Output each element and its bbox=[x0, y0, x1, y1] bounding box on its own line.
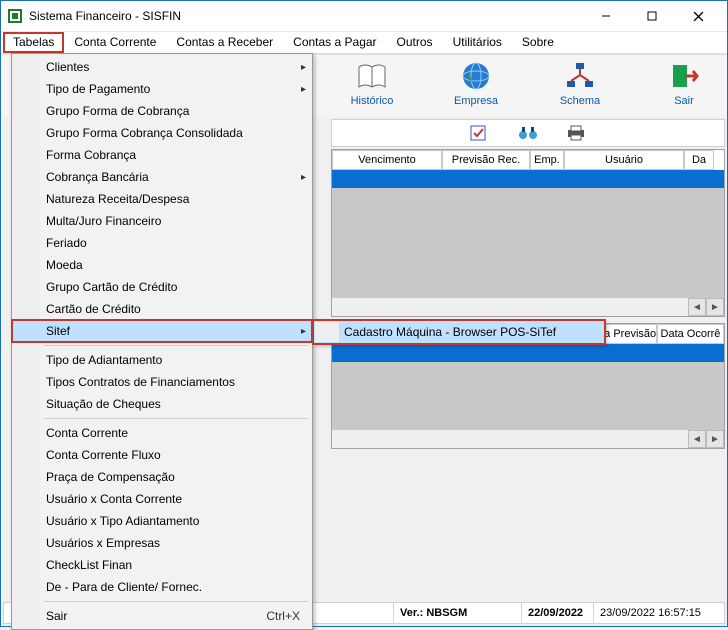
globe-icon bbox=[459, 59, 493, 93]
print-icon[interactable] bbox=[566, 125, 586, 141]
submenu-label: Cadastro Máquina - Browser POS-SiTef bbox=[344, 325, 556, 339]
menu-utilitários[interactable]: Utilitários bbox=[443, 32, 512, 53]
exit-icon bbox=[667, 59, 701, 93]
grid-top-selected-row[interactable] bbox=[332, 170, 724, 188]
checkbox-icon[interactable] bbox=[470, 125, 490, 141]
menuitem-clientes[interactable]: Clientes▸ bbox=[12, 56, 312, 78]
menu-separator bbox=[44, 418, 308, 419]
submenu-arrow-icon: ▸ bbox=[301, 172, 306, 183]
col-da[interactable]: Da bbox=[684, 150, 714, 170]
grid-bottom-body[interactable] bbox=[332, 362, 724, 430]
toolbar-sair[interactable]: Sair bbox=[649, 59, 719, 107]
col-data-ocorr-[interactable]: Data Ocorrê bbox=[657, 324, 724, 344]
menuitem-multa-juro-financeiro[interactable]: Multa/Juro Financeiro bbox=[12, 210, 312, 232]
grid-bottom-selected-row[interactable] bbox=[332, 344, 724, 362]
menuitem-usu-rio-x-conta-corrente[interactable]: Usuário x Conta Corrente bbox=[12, 488, 312, 510]
menubar: TabelasConta CorrenteContas a ReceberCon… bbox=[1, 31, 727, 53]
version-label: Ver.: bbox=[400, 607, 423, 619]
menuitem-grupo-cart-o-de-cr-dito[interactable]: Grupo Cartão de Crédito bbox=[12, 276, 312, 298]
menuitem-feriado[interactable]: Feriado bbox=[12, 232, 312, 254]
menuitem-de-para-de-cliente-fornec-[interactable]: De - Para de Cliente/ Fornec. bbox=[12, 576, 312, 598]
menu-conta-corrente[interactable]: Conta Corrente bbox=[64, 32, 166, 53]
menuitem-cobran-a-banc-ria[interactable]: Cobrança Bancária▸ bbox=[12, 166, 312, 188]
menuitem-tipos-contratos-de-financiamentos[interactable]: Tipos Contratos de Financiamentos bbox=[12, 371, 312, 393]
menuitem-grupo-forma-cobran-a-consolidada[interactable]: Grupo Forma Cobrança Consolidada bbox=[12, 122, 312, 144]
scroll-right-button[interactable]: ► bbox=[706, 298, 724, 316]
status-date-2: 23/09/2022 16:57:15 bbox=[594, 603, 724, 623]
menuitem-grupo-forma-de-cobran-a[interactable]: Grupo Forma de Cobrança bbox=[12, 100, 312, 122]
menuitem-tipo-de-adiantamento[interactable]: Tipo de Adiantamento bbox=[12, 349, 312, 371]
grid-top-scrollbar[interactable]: ◄ ► bbox=[332, 298, 724, 316]
scroll-left-button[interactable]: ◄ bbox=[688, 430, 706, 448]
menuitem-forma-cobran-a[interactable]: Forma Cobrança bbox=[12, 144, 312, 166]
tabelas-dropdown: Clientes▸Tipo de Pagamento▸Grupo Forma d… bbox=[11, 53, 313, 630]
binoculars-icon[interactable] bbox=[518, 125, 538, 141]
menu-tabelas[interactable]: Tabelas bbox=[3, 32, 64, 53]
grid-top-body[interactable] bbox=[332, 188, 724, 298]
scroll-left-button[interactable]: ◄ bbox=[688, 298, 706, 316]
menuitem-usu-rios-x-empresas[interactable]: Usuários x Empresas bbox=[12, 532, 312, 554]
maximize-button[interactable] bbox=[629, 1, 675, 31]
menu-separator bbox=[44, 601, 308, 602]
toolbar-empresa[interactable]: Empresa bbox=[441, 59, 511, 107]
app-icon bbox=[7, 8, 23, 24]
close-button[interactable] bbox=[675, 1, 721, 31]
shortcut-label: Ctrl+X bbox=[266, 609, 300, 623]
version-value: NBSGM bbox=[426, 607, 467, 619]
menu-contas-a-receber[interactable]: Contas a Receber bbox=[166, 32, 283, 53]
col-previs-o-rec-[interactable]: Previsão Rec. bbox=[442, 150, 530, 170]
titlebar: Sistema Financeiro - SISFIN bbox=[1, 1, 727, 31]
status-date-1: 22/09/2022 bbox=[522, 603, 594, 623]
grid-bottom-scrollbar[interactable]: ◄ ► bbox=[332, 430, 724, 448]
sitef-submenu-item[interactable]: Cadastro Máquina - Browser POS-SiTef bbox=[313, 320, 605, 344]
menuitem-situa-o-de-cheques[interactable]: Situação de Cheques bbox=[12, 393, 312, 415]
submenu-arrow-icon: ▸ bbox=[301, 62, 306, 73]
col-usu-rio[interactable]: Usuário bbox=[564, 150, 684, 170]
toolbar-schema[interactable]: Schema bbox=[545, 59, 615, 107]
menuitem-conta-corrente-fluxo[interactable]: Conta Corrente Fluxo bbox=[12, 444, 312, 466]
submenu-arrow-icon: ▸ bbox=[301, 326, 306, 337]
col-vencimento[interactable]: Vencimento bbox=[332, 150, 442, 170]
menu-separator bbox=[44, 345, 308, 346]
submenu-arrow-icon: ▸ bbox=[301, 84, 306, 95]
window-title: Sistema Financeiro - SISFIN bbox=[29, 9, 583, 23]
menuitem-conta-corrente[interactable]: Conta Corrente bbox=[12, 422, 312, 444]
menuitem-natureza-receita-despesa[interactable]: Natureza Receita/Despesa bbox=[12, 188, 312, 210]
menuitem-sair[interactable]: SairCtrl+X bbox=[12, 605, 312, 627]
menuitem-sitef[interactable]: Sitef▸ bbox=[12, 320, 312, 342]
minimize-button[interactable] bbox=[583, 1, 629, 31]
menuitem-moeda[interactable]: Moeda bbox=[12, 254, 312, 276]
menuitem-cart-o-de-cr-dito[interactable]: Cartão de Crédito bbox=[12, 298, 312, 320]
filter-row bbox=[331, 119, 725, 147]
menu-sobre[interactable]: Sobre bbox=[512, 32, 564, 53]
menuitem-usu-rio-x-tipo-adiantamento[interactable]: Usuário x Tipo Adiantamento bbox=[12, 510, 312, 532]
grid-top: VencimentoPrevisão Rec.Emp.UsuárioDa ◄ ► bbox=[331, 149, 725, 317]
menuitem-tipo-de-pagamento[interactable]: Tipo de Pagamento▸ bbox=[12, 78, 312, 100]
schema-icon bbox=[563, 59, 597, 93]
scroll-right-button[interactable]: ► bbox=[706, 430, 724, 448]
menuitem-pra-a-de-compensa-o[interactable]: Praça de Compensação bbox=[12, 466, 312, 488]
menu-contas-a-pagar[interactable]: Contas a Pagar bbox=[283, 32, 386, 53]
book-icon bbox=[355, 59, 389, 93]
toolbar-histórico[interactable]: Histórico bbox=[337, 59, 407, 107]
menuitem-checklist-finan[interactable]: CheckList Finan bbox=[12, 554, 312, 576]
col-emp-[interactable]: Emp. bbox=[530, 150, 564, 170]
menu-outros[interactable]: Outros bbox=[387, 32, 443, 53]
